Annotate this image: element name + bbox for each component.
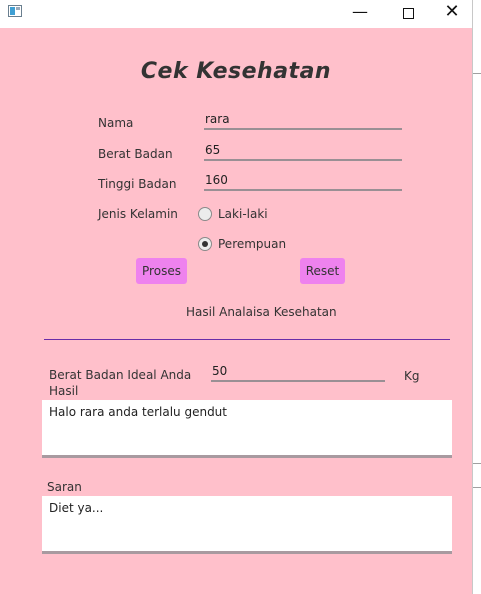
close-button[interactable]: ✕	[430, 0, 474, 26]
divider	[473, 73, 481, 74]
berat-badan-label: Berat Badan	[98, 147, 173, 161]
nama-label: Nama	[98, 116, 134, 130]
page-title: Cek Kesehatan	[140, 59, 332, 84]
hasil-label: Hasil	[49, 384, 79, 398]
saran-textarea[interactable]: Diet ya...	[42, 496, 452, 554]
berat-ideal-field[interactable]: 50	[211, 364, 385, 382]
divider	[473, 487, 481, 488]
divider	[473, 463, 481, 464]
saran-label: Saran	[47, 480, 82, 494]
maximize-icon	[402, 8, 414, 19]
kg-unit-label: Kg	[404, 369, 420, 383]
hasil-textarea[interactable]: Halo rara anda terlalu gendut	[42, 400, 452, 458]
radio-perempuan[interactable]	[198, 237, 212, 251]
radio-laki-laki-label: Laki-laki	[218, 207, 268, 221]
app-window-content: Cek Kesehatan Nama rara Berat Badan 65 T…	[0, 28, 472, 594]
maximize-button[interactable]	[386, 0, 430, 26]
separator-line	[44, 339, 450, 340]
tinggi-badan-label: Tinggi Badan	[98, 177, 177, 191]
title-bar: — ✕	[0, 0, 472, 28]
app-icon	[8, 5, 22, 17]
radio-laki-laki[interactable]	[198, 207, 212, 221]
tinggi-badan-field[interactable]: 160	[204, 173, 402, 191]
background-window-edge	[472, 0, 481, 594]
radio-perempuan-label: Perempuan	[218, 237, 287, 251]
jenis-kelamin-label: Jenis Kelamin	[98, 207, 178, 221]
berat-ideal-label: Berat Badan Ideal Anda	[49, 368, 192, 382]
minimize-button[interactable]: —	[338, 0, 382, 26]
nama-field[interactable]: rara	[204, 112, 402, 130]
berat-badan-field[interactable]: 65	[204, 143, 402, 161]
reset-button[interactable]: Reset	[300, 258, 345, 284]
proses-button[interactable]: Proses	[136, 258, 187, 284]
hasil-analisa-heading: Hasil Analaisa Kesehatan	[186, 305, 337, 319]
